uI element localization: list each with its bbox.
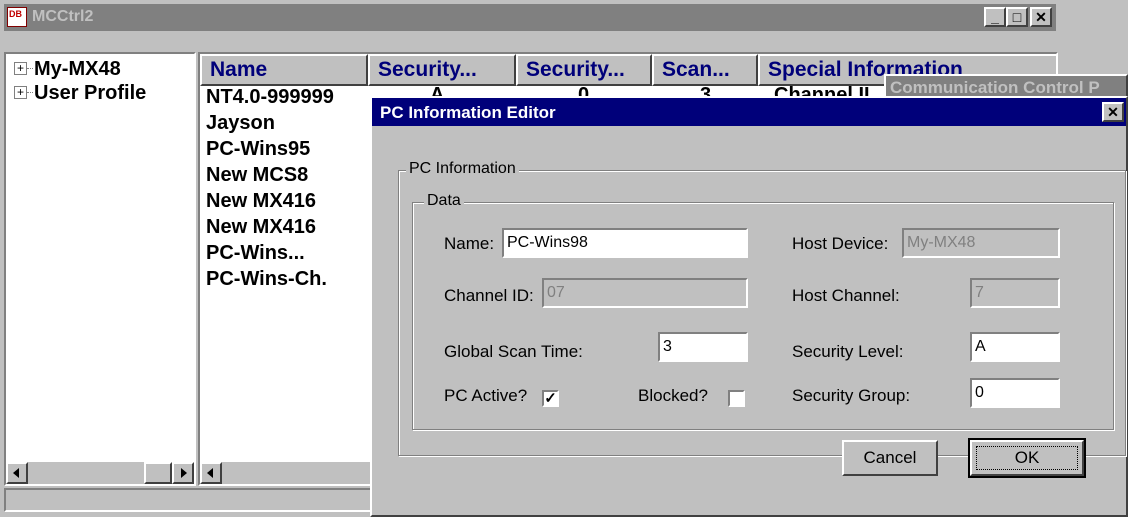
arrow-right-icon xyxy=(181,468,187,478)
scroll-thumb[interactable] xyxy=(144,462,172,484)
cancel-button-label: Cancel xyxy=(863,448,917,467)
channel-id-label: Channel ID: xyxy=(444,286,534,305)
main-window-title: MCCtrl2 xyxy=(32,8,94,25)
tree-item-my-mx48[interactable]: + My-MX48 xyxy=(10,58,190,80)
host-device-field: My-MX48 xyxy=(902,228,1060,258)
dialog-title: PC Information Editor xyxy=(380,103,556,122)
host-device-label: Host Device: xyxy=(792,234,889,253)
blocked-checkbox[interactable] xyxy=(728,390,745,407)
list-item[interactable]: PC-Wins... xyxy=(206,242,305,265)
list-item[interactable]: PC-Wins95 xyxy=(206,138,310,161)
checkmark-icon: ✓ xyxy=(544,390,557,407)
global-scan-time-input[interactable]: 3 xyxy=(658,332,748,362)
maximize-button[interactable]: □ xyxy=(1006,7,1028,27)
arrow-left-icon xyxy=(13,468,19,478)
list-item[interactable]: New MX416 xyxy=(206,216,316,239)
column-header-scan[interactable]: Scan... xyxy=(652,54,758,86)
tree-connector xyxy=(27,92,33,93)
scroll-left-button[interactable] xyxy=(6,462,28,484)
ok-button[interactable]: OK xyxy=(968,438,1086,478)
list-item[interactable]: PC-Wins-Ch. xyxy=(206,268,327,291)
list-item[interactable]: NT4.0-999999 xyxy=(206,86,334,109)
name-label: Name: xyxy=(444,234,495,253)
security-group-label: Security Group: xyxy=(792,386,911,405)
host-channel-field: 7 xyxy=(970,278,1060,308)
security-group-input[interactable]: 0 xyxy=(970,378,1060,408)
close-button[interactable]: ✕ xyxy=(1030,7,1052,27)
list-item[interactable]: New MCS8 xyxy=(206,164,308,187)
dialog-title-bar[interactable]: PC Information Editor ✕ xyxy=(372,98,1126,126)
group-pc-information-label: PC Information xyxy=(406,160,519,178)
minimize-button[interactable]: _ xyxy=(984,7,1006,27)
tree-hscrollbar[interactable] xyxy=(6,462,194,484)
tree-item-label: User Profile xyxy=(34,82,147,104)
pc-active-label: PC Active? xyxy=(444,386,528,405)
expand-icon[interactable]: + xyxy=(14,62,27,75)
column-header-security-1[interactable]: Security... xyxy=(368,54,516,86)
channel-id-field: 07 xyxy=(542,278,748,308)
tree-item-label: My-MX48 xyxy=(34,58,121,80)
scroll-left-button[interactable] xyxy=(200,462,222,484)
column-header-security-2[interactable]: Security... xyxy=(516,54,652,86)
tree-connector xyxy=(27,68,33,69)
background-window-title: Communication Control P xyxy=(890,78,1100,97)
main-title-bar[interactable]: DB MCCtrl2 _ □ ✕ xyxy=(4,4,1056,31)
cancel-button[interactable]: Cancel xyxy=(842,440,938,476)
close-icon: ✕ xyxy=(1107,104,1119,120)
security-level-label: Security Level: xyxy=(792,342,904,361)
group-data-label: Data xyxy=(424,192,464,210)
pc-information-editor-dialog: PC Information Editor ✕ PC Information D… xyxy=(370,96,1128,517)
host-channel-label: Host Channel: xyxy=(792,286,900,305)
security-level-input[interactable]: A xyxy=(970,332,1060,362)
column-header-name[interactable]: Name xyxy=(200,54,368,86)
arrow-left-icon xyxy=(207,468,213,478)
name-input[interactable]: PC-Wins98 xyxy=(502,228,748,258)
ok-button-label: OK xyxy=(1014,448,1040,467)
list-item[interactable]: New MX416 xyxy=(206,190,316,213)
pc-active-checkbox[interactable]: ✓ xyxy=(542,390,559,407)
dialog-close-button[interactable]: ✕ xyxy=(1102,102,1124,122)
minimize-icon: _ xyxy=(991,9,999,25)
ok-button-face: OK xyxy=(970,440,1084,476)
global-scan-time-label: Global Scan Time: xyxy=(444,342,583,361)
maximize-icon: □ xyxy=(1012,9,1022,25)
tree-item-user-profile[interactable]: + User Profile xyxy=(10,82,196,104)
scroll-right-button[interactable] xyxy=(172,462,194,484)
app-icon-text: DB xyxy=(9,9,22,19)
blocked-label: Blocked? xyxy=(638,386,708,405)
app-icon[interactable]: DB xyxy=(7,7,27,27)
tree-pane[interactable]: + My-MX48 + User Profile xyxy=(4,52,196,486)
expand-icon[interactable]: + xyxy=(14,86,27,99)
close-icon: ✕ xyxy=(1035,9,1047,25)
list-item[interactable]: Jayson xyxy=(206,112,275,135)
